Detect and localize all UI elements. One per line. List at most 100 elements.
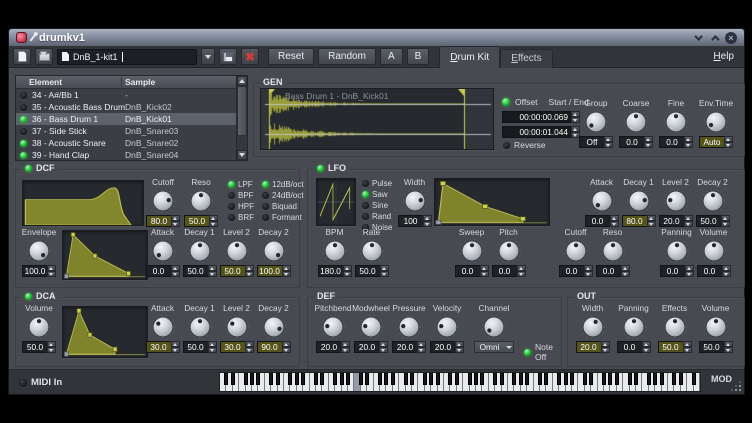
velocity-knob[interactable] xyxy=(434,314,460,340)
filter-type-brf[interactable]: BRF xyxy=(228,213,254,222)
offset-end-field[interactable]: 00:00:01.044 xyxy=(502,126,580,138)
level-2-field[interactable]: 20.0 xyxy=(659,215,693,227)
level-2-value[interactable]: 30.0 xyxy=(220,341,245,353)
pressure-value[interactable]: 20.0 xyxy=(392,341,417,353)
coarse-field[interactable]: 0.0 xyxy=(619,136,653,148)
preset-combo[interactable]: DnB_1-kit1 xyxy=(57,49,197,65)
piano-key-black[interactable] xyxy=(602,373,606,385)
modwheel-field[interactable]: 20.0 xyxy=(354,341,388,353)
decay-2-knob[interactable] xyxy=(700,188,726,214)
piano-key-black[interactable] xyxy=(436,373,440,385)
lfo-shape-saw[interactable]: Saw xyxy=(362,190,392,199)
envelope-value[interactable]: 100.0 xyxy=(22,265,47,277)
spin-down[interactable] xyxy=(621,271,630,277)
piano-key-black[interactable] xyxy=(660,373,664,385)
piano-key-black[interactable] xyxy=(557,373,561,385)
attack-value[interactable]: 30.0 xyxy=(146,341,171,353)
reset-button[interactable]: Reset xyxy=(268,48,314,65)
level-2-field[interactable]: 50.0 xyxy=(220,265,254,277)
spin-down[interactable] xyxy=(517,271,526,277)
offset-start-value[interactable]: 00:00:00.069 xyxy=(502,111,571,123)
maximize-button[interactable] xyxy=(711,35,719,43)
width-field[interactable]: 20.0 xyxy=(576,341,610,353)
spin-down[interactable] xyxy=(341,347,350,353)
lfo-shape-pulse[interactable]: Pulse xyxy=(362,179,392,188)
decay-1-field[interactable]: 50.0 xyxy=(183,265,217,277)
offset-start-field[interactable]: 00:00:00.069 xyxy=(502,111,580,123)
panning-knob[interactable] xyxy=(664,238,690,264)
piano-key-black[interactable] xyxy=(404,373,408,385)
decay-1-field[interactable]: 80.0 xyxy=(622,215,656,227)
width-knob[interactable] xyxy=(402,188,428,214)
sweep-field[interactable]: 0.0 xyxy=(455,265,489,277)
decay-2-value[interactable]: 90.0 xyxy=(257,341,282,353)
attack-knob[interactable] xyxy=(150,314,176,340)
a-button[interactable]: A xyxy=(380,48,403,65)
fine-knob[interactable] xyxy=(663,109,689,135)
dcf-led[interactable] xyxy=(25,165,32,172)
panning-field[interactable]: 0.0 xyxy=(660,265,694,277)
piano-key-black[interactable] xyxy=(384,373,388,385)
lfo-wave-display[interactable] xyxy=(316,178,356,226)
group-value[interactable]: Off xyxy=(579,136,604,148)
spin-down[interactable] xyxy=(343,271,352,277)
velocity-field[interactable]: 20.0 xyxy=(430,341,464,353)
piano-key-black[interactable] xyxy=(340,373,344,385)
envelope-field[interactable]: 100.0 xyxy=(22,265,56,277)
attack-value[interactable]: 0.0 xyxy=(146,265,171,277)
effects-knob[interactable] xyxy=(662,314,688,340)
piano-key-black[interactable] xyxy=(359,373,363,385)
spin-down[interactable] xyxy=(722,271,731,277)
decay-1-knob[interactable] xyxy=(187,238,213,264)
lfo-shape-rand[interactable]: Rand xyxy=(362,212,392,221)
attack-knob[interactable] xyxy=(150,238,176,264)
pitch-value[interactable]: 0.0 xyxy=(492,265,517,277)
reso-field[interactable]: 0.0 xyxy=(596,265,630,277)
rate-field[interactable]: 50.0 xyxy=(355,265,389,277)
panning-field[interactable]: 0.0 xyxy=(617,341,651,353)
bpm-value[interactable]: 180.0 xyxy=(318,265,343,277)
lfo-led[interactable] xyxy=(317,165,324,172)
pitchbend-field[interactable]: 20.0 xyxy=(316,341,350,353)
spin-down[interactable] xyxy=(724,347,733,353)
attack-field[interactable]: 30.0 xyxy=(146,341,180,353)
piano-key-black[interactable] xyxy=(519,373,523,385)
piano-key-black[interactable] xyxy=(544,373,548,385)
piano-key-black[interactable] xyxy=(628,373,632,385)
reso-value[interactable]: 0.0 xyxy=(596,265,621,277)
filter-type-lpf[interactable]: LPF xyxy=(228,180,254,189)
decay-1-value[interactable]: 80.0 xyxy=(622,215,647,227)
scrollbar[interactable] xyxy=(236,76,247,160)
piano-key-black[interactable] xyxy=(679,373,683,385)
filter-slope-formant[interactable]: Formant xyxy=(262,213,304,222)
spin-down[interactable] xyxy=(282,271,291,277)
filter-slope-12db-oct[interactable]: 12dB/oct xyxy=(262,180,304,189)
spin-down[interactable] xyxy=(724,142,733,148)
volume-field[interactable]: 50.0 xyxy=(699,341,733,353)
spin-down[interactable] xyxy=(47,347,56,353)
piano-key-black[interactable] xyxy=(224,373,228,385)
level-2-field[interactable]: 30.0 xyxy=(220,341,254,353)
volume-knob[interactable] xyxy=(26,314,52,340)
scroll-down-button[interactable] xyxy=(237,150,247,160)
dca-envelope-graph[interactable] xyxy=(62,306,148,358)
reverse-led[interactable] xyxy=(503,142,510,149)
offset-led[interactable] xyxy=(502,98,510,106)
tab-effects[interactable]: Effects xyxy=(500,49,552,68)
piano-key-black[interactable] xyxy=(423,373,427,385)
element-row[interactable]: 38 - Acoustic SnareDnB_Snare02 xyxy=(16,137,236,149)
panning-value[interactable]: 0.0 xyxy=(617,341,642,353)
channel-knob[interactable] xyxy=(481,314,507,340)
volume-value[interactable]: 50.0 xyxy=(22,341,47,353)
dca-led[interactable] xyxy=(25,293,32,300)
spin-down[interactable] xyxy=(208,347,217,353)
panning-value[interactable]: 0.0 xyxy=(660,265,685,277)
save-preset-button[interactable] xyxy=(219,48,237,65)
bpm-field[interactable]: 180.0 xyxy=(318,265,352,277)
b-button[interactable]: B xyxy=(407,48,430,65)
spin-down[interactable] xyxy=(171,347,180,353)
piano-key-black[interactable] xyxy=(589,373,593,385)
group-field[interactable]: Off xyxy=(579,136,613,148)
spin-down[interactable] xyxy=(379,347,388,353)
decay-1-value[interactable]: 50.0 xyxy=(183,341,208,353)
